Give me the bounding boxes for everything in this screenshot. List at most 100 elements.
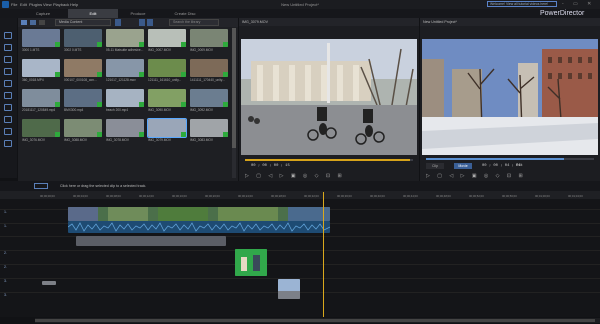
- clip-mode-tab[interactable]: Clip: [426, 163, 444, 169]
- tab-produce[interactable]: Produce: [118, 9, 158, 18]
- title-clip[interactable]: [76, 236, 226, 246]
- media-thumbnail[interactable]: [147, 118, 187, 138]
- ruler-tick-label: 00;00;40;00: [370, 194, 385, 198]
- import-media-icons[interactable]: [21, 19, 51, 26]
- media-thumbnail-label: IMG_3092.MOV: [190, 108, 214, 112]
- media-thumbnail[interactable]: [190, 119, 228, 137]
- ruler-tick-label: 00;00;08;00: [106, 194, 121, 198]
- media-thumbnail[interactable]: [148, 29, 186, 47]
- project-playback-controls[interactable]: ▷ ▢ ◁ ▷ ▣ ◎ ◇ ⊡ ⊞: [426, 173, 526, 179]
- used-check-icon: [181, 132, 186, 137]
- tab-edit[interactable]: Edit: [68, 9, 118, 18]
- subtitle-room-icon[interactable]: [4, 140, 12, 147]
- menu-edit[interactable]: Edit: [20, 2, 27, 7]
- media-thumbnail[interactable]: [64, 89, 102, 107]
- menu-file[interactable]: File: [11, 2, 17, 7]
- media-thumbnail[interactable]: [190, 59, 228, 77]
- tab-create-disc[interactable]: Create Disc: [160, 9, 210, 18]
- playhead-line[interactable]: [323, 192, 324, 317]
- media-thumbnail[interactable]: [190, 89, 228, 107]
- media-content-dropdown[interactable]: Media Content: [55, 19, 111, 26]
- media-thumbnail-label: IMG_3090.MOV: [148, 108, 172, 112]
- ruler-tick-label: 00;01;04;00: [568, 194, 583, 198]
- media-thumbnail[interactable]: [106, 29, 144, 47]
- ruler-tick-label: 00;00;20;00: [205, 194, 220, 198]
- media-thumbnail[interactable]: [22, 89, 60, 107]
- track-3-video-label[interactable]: 3.: [4, 279, 7, 283]
- track-3-audio-label[interactable]: 3.: [4, 293, 7, 297]
- menu-view[interactable]: View: [43, 2, 52, 7]
- view-toggle-icon[interactable]: [115, 19, 121, 26]
- timeline-scrollbar[interactable]: [35, 318, 600, 323]
- small-audio-clip[interactable]: [42, 281, 56, 285]
- menu-help[interactable]: Help: [70, 2, 78, 7]
- media-thumbnail-label: IMG_3078.MOV: [106, 138, 130, 142]
- track-2-video-label[interactable]: 2.: [4, 251, 7, 255]
- used-check-icon: [55, 42, 60, 47]
- fx-room-icon[interactable]: [4, 44, 12, 51]
- library-scrollbar[interactable]: [232, 28, 236, 178]
- insert-clip-icon[interactable]: [34, 183, 48, 189]
- pip-room-icon[interactable]: [4, 56, 12, 63]
- overlay-clip[interactable]: [278, 279, 300, 299]
- media-thumbnail[interactable]: [148, 59, 186, 77]
- media-thumbnail[interactable]: [64, 29, 102, 47]
- used-check-icon: [55, 102, 60, 107]
- track-1-audio-label[interactable]: 1.: [4, 224, 7, 228]
- ruler-tick-label: 00;01;00;00: [535, 194, 550, 198]
- voiceover-room-icon[interactable]: [4, 116, 12, 123]
- media-thumbnail[interactable]: [22, 119, 60, 137]
- grid-view-icon[interactable]: [147, 19, 153, 26]
- used-check-icon: [181, 42, 186, 47]
- media-room-icon[interactable]: [4, 32, 12, 39]
- media-thumbnail-label: 000107_000108_con...: [64, 78, 97, 82]
- used-check-icon: [223, 42, 228, 47]
- media-thumbnail-label: IMG_3076.MOV: [22, 138, 46, 142]
- media-thumbnail[interactable]: [64, 59, 102, 77]
- particle-room-icon[interactable]: [4, 68, 12, 75]
- main-audio-clip[interactable]: [68, 221, 330, 233]
- ruler-tick-label: 00;00;32;00: [304, 194, 319, 198]
- ruler-tick-label: 00;00;28;00: [271, 194, 286, 198]
- media-thumbnail[interactable]: [106, 59, 144, 77]
- used-check-icon: [55, 72, 60, 77]
- used-check-icon: [223, 132, 228, 137]
- zoom-select[interactable]: Fit: [516, 164, 523, 168]
- menu-playback[interactable]: Playback: [53, 2, 69, 7]
- media-thumbnail[interactable]: [64, 119, 102, 137]
- media-thumbnail[interactable]: [106, 119, 144, 137]
- tutorial-banner[interactable]: Welcome! View all tutorial videos here!: [487, 1, 557, 7]
- project-preview-title: New Untitled Project*: [420, 18, 600, 26]
- transition-room-icon[interactable]: [4, 92, 12, 99]
- library-toolbar: Media Content Search the library: [18, 18, 238, 27]
- app-logo-icon: [2, 1, 9, 8]
- media-thumbnail-label: 121111_161610_unity...: [148, 78, 182, 82]
- menu-plugins[interactable]: Plugins: [29, 2, 42, 7]
- used-check-icon: [97, 72, 102, 77]
- audio-mixing-room-icon[interactable]: [4, 104, 12, 111]
- greenscreen-clip[interactable]: [235, 249, 267, 276]
- ruler-tick-label: 00;00;44;00: [403, 194, 418, 198]
- media-thumbnail[interactable]: [22, 59, 60, 77]
- media-thumbnail[interactable]: [106, 89, 144, 107]
- library-search-input[interactable]: Search the library: [169, 19, 219, 26]
- media-thumbnail-label: IMG_3088.MOV: [64, 138, 88, 142]
- media-thumbnail[interactable]: [190, 29, 228, 47]
- media-thumbnail-label: IMG_3083.MOV: [190, 138, 214, 142]
- ruler-tick-label: 00;00;24;00: [238, 194, 253, 198]
- used-check-icon: [97, 132, 102, 137]
- media-thumbnail[interactable]: [148, 89, 186, 107]
- media-thumbnail[interactable]: [22, 29, 60, 47]
- main-video-clip[interactable]: [68, 207, 330, 221]
- filter-icon[interactable]: [139, 19, 145, 26]
- clip-playback-controls[interactable]: ▷ ▢ ◁ ▷ ▣ ◎ ◇ ⊡ ⊞: [245, 173, 345, 179]
- tab-capture[interactable]: Capture: [18, 9, 68, 18]
- title-room-icon[interactable]: [4, 80, 12, 87]
- movie-mode-tab[interactable]: Movie: [454, 163, 472, 169]
- ruler-tick-label: 00;00;48;00: [436, 194, 451, 198]
- window-controls[interactable]: - ▭ ✕: [562, 1, 595, 7]
- track-1-video-label[interactable]: 1.: [4, 210, 7, 214]
- track-2-audio-label[interactable]: 2.: [4, 265, 7, 269]
- media-thumbnail-label: 3000 1.MTS: [22, 48, 40, 52]
- chapter-room-icon[interactable]: [4, 128, 12, 135]
